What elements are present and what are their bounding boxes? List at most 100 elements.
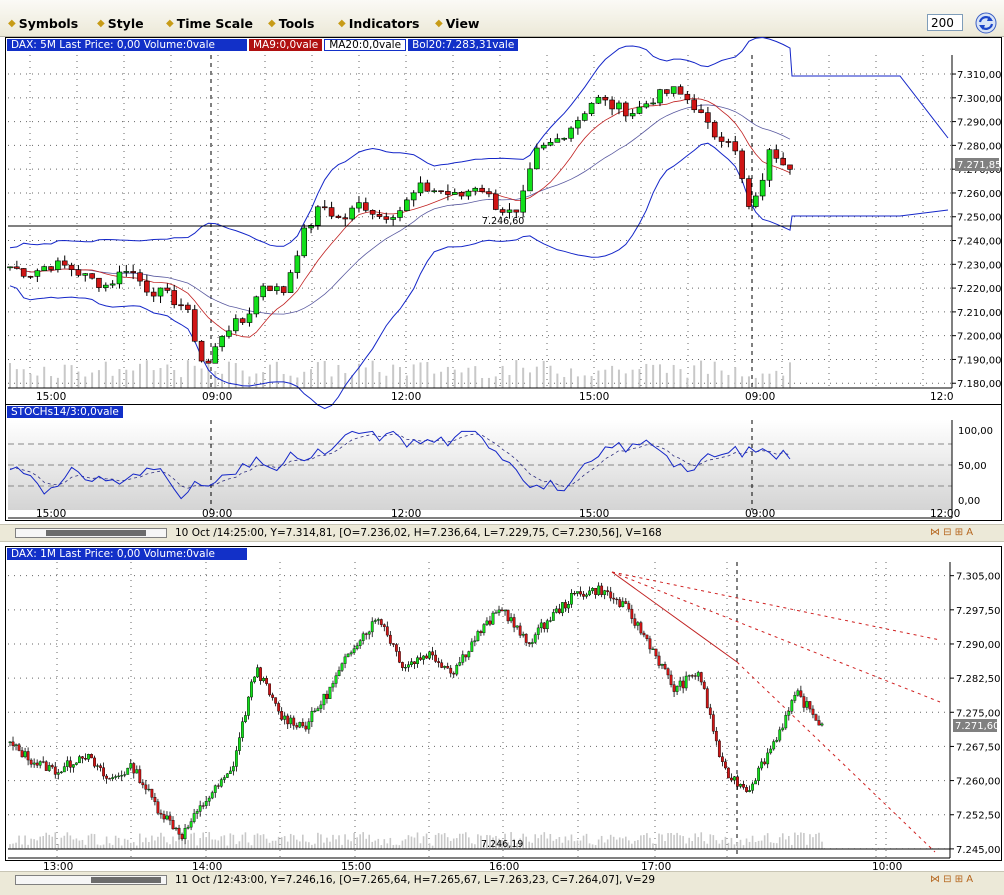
candle-body	[492, 193, 499, 210]
candle-body	[438, 190, 444, 193]
y-tick-label: 7.200,00	[957, 332, 1002, 343]
cursor-readout-top: 10 Oct /14:25:00, Y=7.314,81, [O=7.236,0…	[175, 527, 662, 539]
candle-body	[609, 99, 615, 110]
candle-body	[82, 273, 89, 276]
candle-body	[157, 287, 164, 297]
candle-body	[383, 216, 390, 220]
x-tick-label: 15:00	[579, 391, 609, 403]
candle-body	[328, 207, 335, 217]
candle-body	[787, 164, 793, 170]
candle-body	[636, 106, 643, 114]
candle-body	[691, 99, 698, 111]
candle-body	[465, 190, 472, 197]
candle-body	[61, 260, 68, 266]
y-tick-label: 7.240,00	[957, 237, 1002, 248]
candle-body	[294, 255, 301, 273]
candle-body	[239, 318, 246, 323]
candle-body	[417, 182, 424, 194]
scrollbar-bottom[interactable]	[15, 875, 167, 885]
candle-body	[260, 285, 266, 298]
candle-body	[458, 192, 465, 197]
x-tick-label: 09:00	[202, 391, 232, 403]
scroll-thumb[interactable]	[46, 530, 146, 536]
x-axis-top: 15:00 09:00 12:00 15:00 09:00 12:0	[36, 391, 954, 403]
candle-body	[752, 195, 759, 207]
candle-body	[130, 271, 136, 274]
stoch-tag: STOCHs14/3:0,0vale	[7, 406, 123, 418]
candle-body	[534, 147, 540, 170]
candle-body	[20, 268, 27, 277]
candle-body	[27, 275, 34, 278]
candle-body	[657, 89, 663, 104]
candle-body	[527, 168, 533, 192]
candle-body	[232, 318, 239, 332]
window-bottom-edge	[0, 886, 1004, 895]
price-chart-1m[interactable]	[5, 546, 1002, 861]
y-tick-label: 7.250,00	[957, 213, 1002, 224]
candle-body	[540, 144, 547, 149]
x-tick-label: 12:0	[930, 391, 954, 403]
candle-body	[410, 192, 417, 201]
candle-body	[198, 340, 205, 362]
candle-body	[513, 209, 520, 213]
candle-body	[602, 96, 609, 101]
candle-body	[267, 285, 273, 291]
y-tick-label: 7.300,00	[957, 94, 1002, 105]
candle-body	[588, 102, 595, 115]
candle-body	[595, 96, 602, 104]
x-tick-label: 12:00	[391, 391, 421, 403]
candle-body	[643, 103, 650, 108]
stochastic-panel[interactable]	[5, 404, 1002, 521]
candle-body	[226, 330, 232, 337]
candle-body	[479, 187, 485, 192]
candle-body	[102, 284, 109, 288]
y-tick-label: 7.180,00	[957, 379, 1002, 390]
chart-controls-top[interactable]: ⋈ ⊟ ⊞ A	[930, 527, 973, 538]
candle-body	[397, 210, 403, 218]
candle-body	[650, 102, 656, 105]
scrollbar-top[interactable]	[15, 528, 167, 538]
candle-body	[759, 179, 766, 197]
candle-body	[445, 191, 451, 195]
candle-body	[144, 280, 150, 293]
candle-body	[376, 213, 383, 217]
candle-body	[684, 93, 691, 101]
candle-body	[575, 120, 581, 129]
candle-body	[150, 291, 157, 297]
candle-body	[670, 86, 677, 94]
scroll-thumb[interactable]	[91, 877, 161, 883]
candle-body	[137, 272, 143, 282]
candle-body	[711, 121, 718, 138]
price-chart-1m-legend: DAX: 1M Last Price: 0,00 Volume:0vale	[7, 548, 247, 560]
candle-body	[301, 227, 308, 257]
candle-body	[568, 127, 574, 139]
candle-body	[499, 209, 506, 213]
candle-body	[7, 266, 13, 269]
y-tick-label: 7.220,00	[957, 284, 1002, 295]
candle-body	[178, 304, 184, 307]
cursor-readout-bottom: 11 Oct /12:43:00, Y=7.246,16, [O=7.265,6…	[175, 874, 656, 886]
candle-body	[369, 210, 376, 215]
candle-body	[75, 269, 82, 276]
candle-body	[390, 217, 396, 220]
candle-body	[773, 149, 780, 159]
candle-body	[362, 202, 369, 211]
candle-body	[321, 206, 328, 209]
candle-body	[677, 86, 684, 95]
y-tick-label: 7.260,00	[957, 189, 1002, 200]
candle-body	[109, 283, 116, 286]
candle-body	[739, 150, 745, 179]
last-price-label-top: 7.271,85	[957, 160, 1002, 171]
x-tick-label: 15:00	[36, 391, 66, 403]
candle-body	[698, 109, 704, 113]
candle-body	[253, 296, 260, 315]
y-tick-label: 7.210,00	[957, 308, 1002, 319]
candle-body	[486, 191, 492, 195]
candle-body	[561, 137, 568, 140]
candle-body	[472, 187, 479, 192]
chart-controls-bottom[interactable]: ⋈ ⊟ ⊞ A	[930, 874, 973, 885]
candle-body	[14, 266, 20, 269]
bollinger-bands	[9, 36, 949, 410]
candles-top	[7, 84, 793, 364]
y-tick-label: 7.290,00	[957, 118, 1002, 129]
